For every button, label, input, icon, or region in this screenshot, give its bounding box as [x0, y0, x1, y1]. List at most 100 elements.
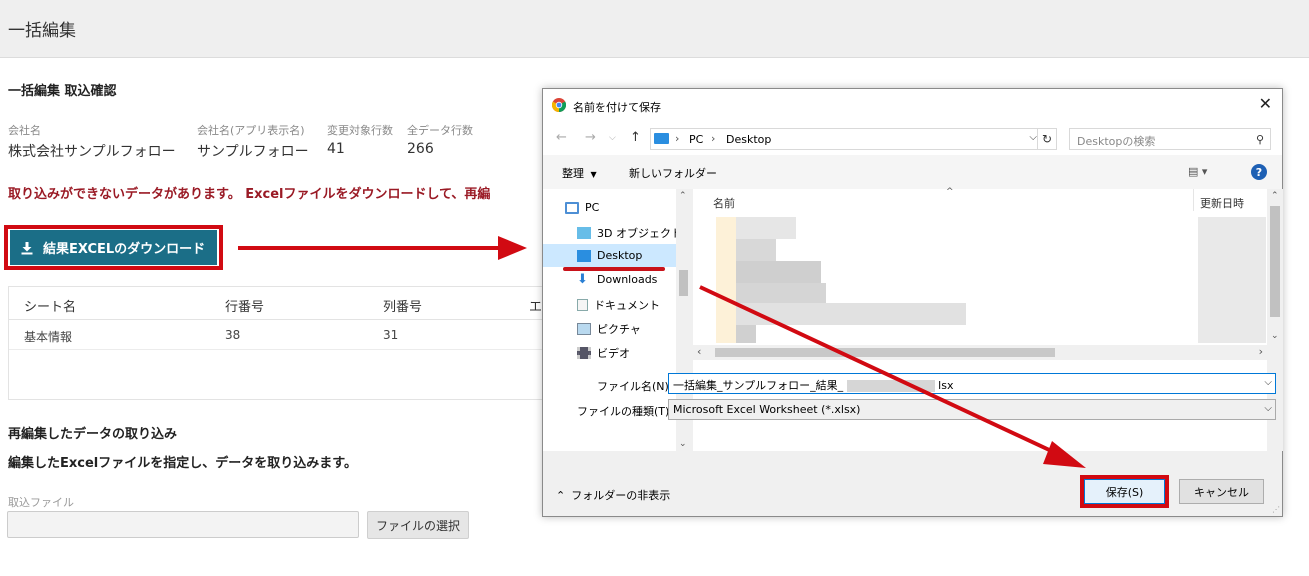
dialog-title: 名前を付けて保存 [573, 101, 661, 114]
total-rows-value: 266 [407, 141, 434, 157]
chevron-down-icon: ▼ [590, 170, 597, 179]
app-display-name-label: 会社名(アプリ表示名) [197, 124, 305, 137]
filetype-value: Microsoft Excel Worksheet (*.xlsx) [673, 403, 861, 416]
back-icon[interactable]: ← [556, 130, 567, 145]
save-button[interactable]: 保存(S) [1084, 479, 1165, 504]
monitor-icon [654, 133, 669, 144]
hide-folders-toggle[interactable]: ⌃ フォルダーの非表示 [556, 487, 670, 503]
film-icon [577, 347, 591, 359]
blurred-file-entry [736, 239, 776, 261]
page-header: 一括編集 [0, 0, 1309, 58]
hide-folders-label: フォルダーの非表示 [571, 489, 671, 502]
close-icon[interactable]: ✕ [1259, 94, 1272, 113]
chrome-icon [552, 98, 566, 112]
nav-item-pc[interactable]: PC [565, 201, 599, 214]
cancel-button[interactable]: キャンセル [1179, 479, 1264, 504]
nav-item-label: ドキュメント [594, 299, 660, 312]
breadcrumb-separator-icon: › [711, 132, 716, 145]
scroll-down-icon[interactable]: ⌄ [1271, 331, 1279, 341]
nav-scroll-thumb[interactable] [679, 270, 688, 296]
table-cell-sheet: 基本情報 [24, 330, 73, 344]
scroll-down-icon[interactable]: ⌄ [679, 439, 687, 449]
table-header-row: 行番号 [225, 300, 265, 315]
nav-item-pictures[interactable]: ピクチャ [577, 321, 641, 337]
dialog-toolbar: 整理 ▼ 新しいフォルダー ▤ ▾ ? [543, 155, 1282, 189]
blurred-file-entry [736, 261, 821, 283]
nav-item-label: PC [585, 201, 600, 214]
nav-item-label: ビデオ [597, 347, 630, 360]
scroll-up-icon[interactable]: ⌃ [1271, 191, 1279, 201]
upload-file-input[interactable] [7, 511, 359, 538]
recent-dropdown-icon[interactable]: ⌵ [609, 133, 616, 143]
error-message: 取り込みができないデータがあります。 Excelファイルをダウンロードして、再編 [8, 187, 491, 202]
sort-ascending-icon: ^ [946, 187, 954, 197]
nav-item-desktop[interactable]: Desktop [577, 249, 642, 262]
address-dropdown-icon[interactable]: ⌵ [1029, 132, 1037, 143]
breadcrumb-desktop[interactable]: Desktop [726, 133, 771, 146]
resize-grip-icon[interactable]: ⋰ [1272, 505, 1280, 514]
table-header-error: エ [529, 300, 543, 315]
column-header-name[interactable]: 名前 [713, 195, 735, 211]
filetype-label: ファイルの種類(T): [577, 405, 674, 418]
nav-item-label: 3D オブジェクト [597, 227, 682, 240]
upload-file-label: 取込ファイル [8, 496, 74, 509]
folder-search-input[interactable]: Desktopの検索 ⚲ [1069, 128, 1271, 150]
up-folder-icon[interactable]: ↑ [630, 130, 641, 145]
filetype-select[interactable]: Microsoft Excel Worksheet (*.xlsx) ⌵ [668, 399, 1276, 420]
organize-menu[interactable]: 整理 ▼ [562, 165, 597, 181]
chevron-down-icon: ⌵ [1264, 377, 1272, 388]
blurred-file-entry [736, 283, 826, 303]
changed-rows-label: 変更対象行数 [327, 124, 393, 137]
app-display-name-value: サンプルフォロー [197, 144, 309, 160]
pc-icon [565, 201, 579, 214]
organize-label: 整理 [562, 167, 584, 180]
table-divider [9, 349, 607, 350]
filename-label: ファイル名(N): [597, 380, 673, 393]
address-bar[interactable]: › PC › Desktop ⌵ [650, 128, 1042, 150]
search-icon: ⚲ [1255, 133, 1264, 146]
page-title: 一括編集 [8, 21, 76, 41]
nav-item-videos[interactable]: ビデオ [577, 345, 630, 361]
view-options-icon[interactable]: ▤ ▾ [1188, 165, 1207, 178]
reimport-description: 編集したExcelファイルを指定し、データを取り込みます。 [8, 456, 357, 471]
table-cell-column: 31 [383, 328, 399, 342]
filename-suffix: lsx [938, 379, 954, 392]
choose-file-button[interactable]: ファイルの選択 [367, 511, 469, 539]
desktop-annotation-underline [563, 267, 665, 271]
table-cell-row: 38 [225, 328, 241, 342]
download-excel-button[interactable]: 結果EXCELのダウンロード [10, 230, 217, 265]
cube-icon [577, 227, 591, 239]
table-header-sheet: シート名 [24, 300, 77, 315]
nav-item-downloads[interactable]: ⬇ Downloads [577, 273, 657, 287]
scroll-left-icon[interactable]: ‹ [697, 345, 701, 358]
file-scroll-thumb[interactable] [1270, 206, 1280, 317]
chevron-up-icon: ⌃ [556, 488, 566, 502]
picture-icon [577, 323, 591, 335]
new-folder-button[interactable]: 新しいフォルダー [629, 165, 717, 181]
forward-icon[interactable]: → [585, 130, 596, 145]
nav-item-3d-objects[interactable]: 3D オブジェクト [577, 225, 682, 241]
download-button-label: 結果EXCELのダウンロード [43, 242, 206, 257]
scroll-right-icon[interactable]: › [1259, 345, 1263, 358]
save-as-dialog: 名前を付けて保存 ✕ ← → ⌵ ↑ › PC › Desktop ⌵ ↻ De… [542, 88, 1283, 517]
file-hscroll-thumb[interactable] [715, 348, 1055, 357]
table-header-column: 列番号 [383, 300, 423, 315]
download-icon [21, 241, 33, 254]
reimport-title: 再編集したデータの取り込み [8, 427, 178, 442]
nav-item-label: ピクチャ [597, 323, 641, 336]
help-icon[interactable]: ? [1251, 164, 1267, 180]
nav-item-documents[interactable]: ドキュメント [577, 297, 660, 313]
table-divider [9, 319, 607, 320]
scroll-up-icon[interactable]: ⌃ [679, 191, 687, 201]
blurred-file-entry [736, 325, 756, 343]
filename-input[interactable]: 一括編集_サンプルフォロー_結果_ lsx ⌵ [668, 373, 1276, 394]
blurred-file-entry [736, 303, 966, 325]
breadcrumb-pc[interactable]: PC [689, 133, 703, 146]
column-header-date[interactable]: 更新日時 [1200, 195, 1244, 211]
refresh-icon[interactable]: ↻ [1037, 128, 1057, 150]
desktop-icon [577, 249, 591, 262]
dialog-footer: ⌃ フォルダーの非表示 [543, 469, 1282, 517]
chevron-down-icon: ⌵ [1264, 403, 1272, 414]
filename-redacted [846, 380, 935, 392]
dialog-nav-bar: ← → ⌵ ↑ › PC › Desktop ⌵ ↻ Desktopの検索 ⚲ [543, 121, 1282, 155]
